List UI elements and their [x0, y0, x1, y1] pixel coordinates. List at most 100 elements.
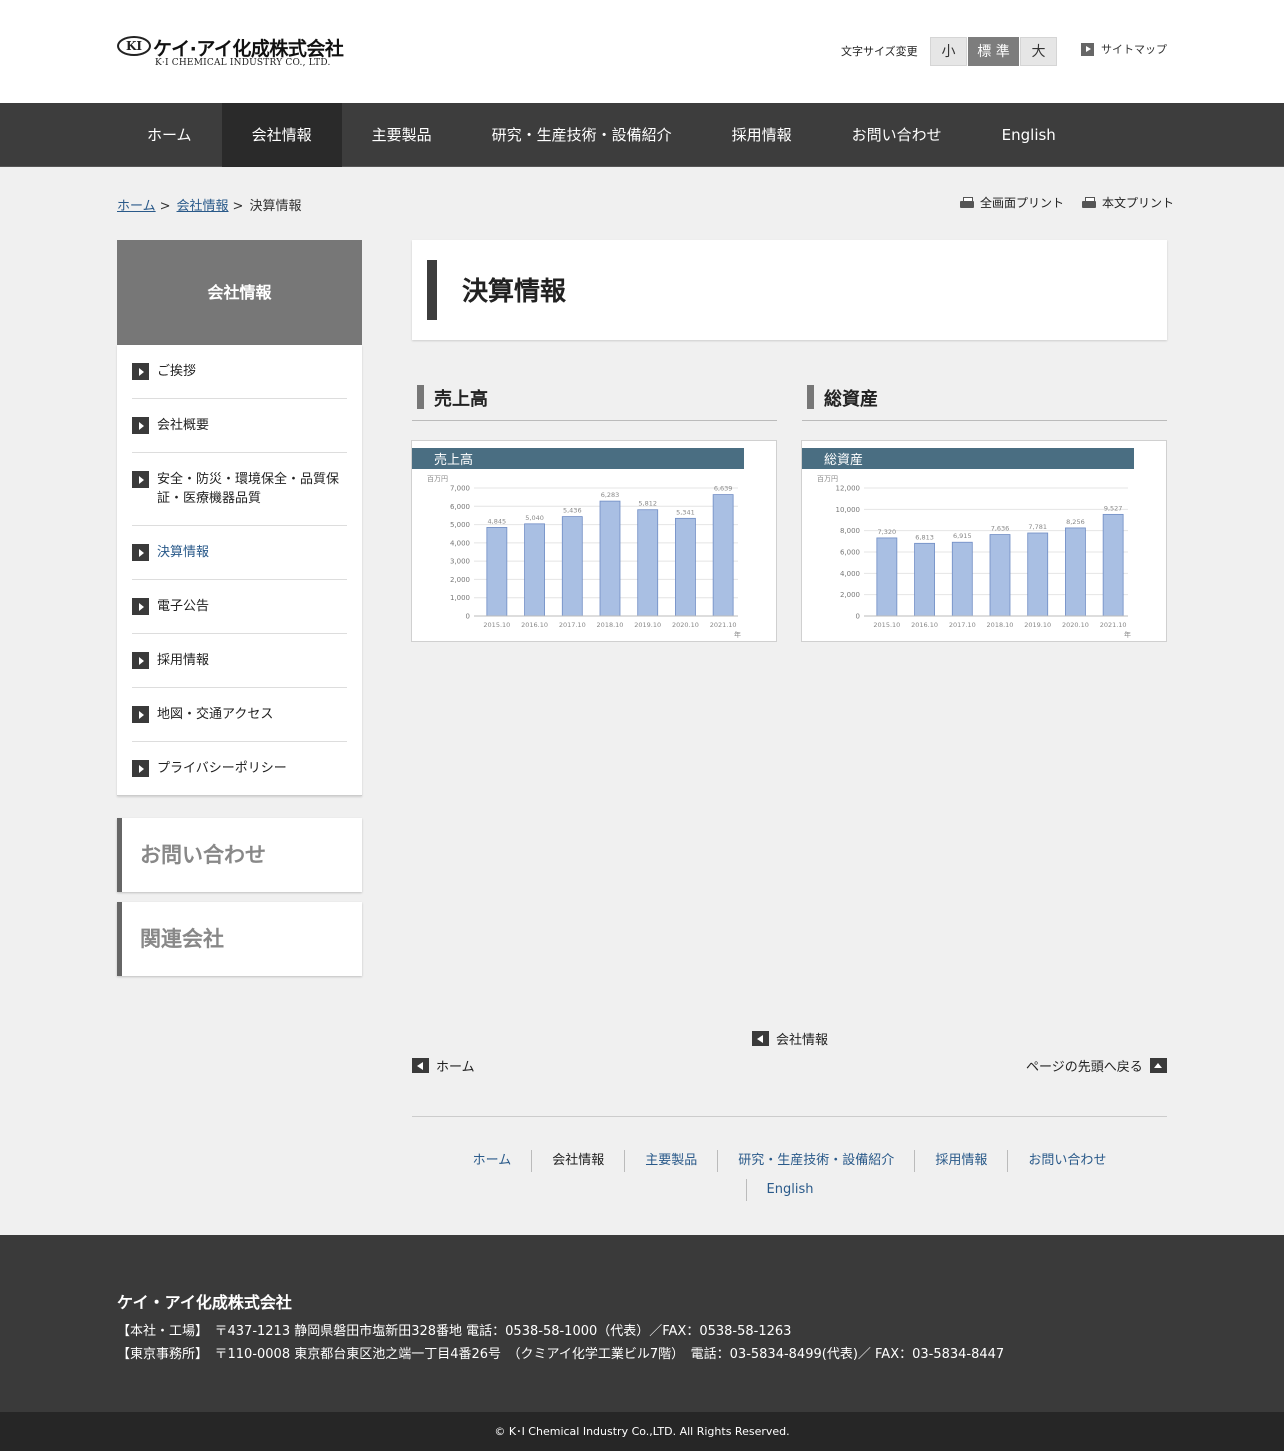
logo-mark: KI [117, 36, 151, 56]
breadcrumb-company[interactable]: 会社情報 [177, 199, 229, 214]
chart-bar [524, 523, 545, 617]
footer-nav-english[interactable]: English [745, 1179, 834, 1201]
chart-y-tick-label: 2,000 [840, 591, 860, 599]
sidebar-item-label: 安全・防災・環境保全・品質保証・医療機器品質 [157, 472, 340, 506]
chart-bar [914, 542, 935, 617]
chart-y-tick-label: 0 [856, 613, 860, 621]
footer-address-hq: 【本社・工場】 〒437-1213 静岡県磐田市塩新田328番地 電話：0538… [117, 1324, 792, 1339]
sidebar-item-greeting[interactable]: ご挨拶 [132, 345, 347, 399]
site-logo[interactable]: KI ケイ·アイ化成株式会社 K·I CHEMICAL INDUSTRY CO.… [117, 34, 347, 74]
sidebar-item-access[interactable]: 地図・交通アクセス [132, 688, 347, 742]
chart-y-tick-label: 12,000 [836, 485, 861, 493]
sitemap-label: サイトマップ [1101, 43, 1167, 56]
footer-nav-home[interactable]: ホーム [453, 1150, 532, 1172]
gnav-contact[interactable]: お問い合わせ [822, 103, 972, 167]
chart-y-tick-label: 7,000 [450, 485, 470, 493]
sidebar-item-label: プライバシーポリシー [157, 761, 287, 776]
chart-data-label: 5,812 [638, 500, 657, 508]
arrow-left-icon [412, 1058, 429, 1073]
title-accent-bar [427, 260, 437, 320]
back-to-company-label: 会社情報 [776, 1033, 829, 1048]
font-size-small-button[interactable]: 小 [930, 37, 967, 66]
site-footer: ケイ・アイ化成株式会社 【本社・工場】 〒437-1213 静岡県磐田市塩新田3… [0, 1235, 1284, 1412]
footer-nav-research[interactable]: 研究・生産技術・設備紹介 [717, 1150, 914, 1172]
footer-nav-recruit[interactable]: 採用情報 [914, 1150, 1007, 1172]
site-header: KI ケイ·アイ化成株式会社 K·I CHEMICAL INDUSTRY CO.… [0, 0, 1284, 103]
chart-x-tick-label: 2018.10 [987, 621, 1014, 629]
footer-address-tokyo: 【東京事務所】 〒110-0008 東京都台東区池之端一丁目4番26号 （クミア… [117, 1347, 1005, 1362]
footer-company-name: ケイ・アイ化成株式会社 [117, 1293, 292, 1312]
gnav-products[interactable]: 主要製品 [342, 103, 462, 167]
page-top-link[interactable]: ページの先頭へ戻る [1026, 1056, 1167, 1075]
chart-data-label: 8,256 [1066, 518, 1085, 526]
chart-x-tick-label: 2017.10 [559, 621, 586, 629]
gnav-recruit[interactable]: 採用情報 [702, 103, 822, 167]
back-to-company-link[interactable]: 会社情報 [752, 1029, 828, 1048]
sidebar-item-financial[interactable]: 決算情報 [132, 526, 347, 580]
chart-data-label: 7,636 [991, 525, 1010, 533]
chart-bar [989, 534, 1011, 617]
gnav-company[interactable]: 会社情報 [221, 103, 342, 167]
font-size-label: 文字サイズ変更 [841, 45, 918, 58]
heading-accent-bar [417, 385, 424, 409]
gnav-home[interactable]: ホーム [117, 103, 222, 167]
sidebar-item-safety-quality[interactable]: 安全・防災・環境保全・品質保証・医療機器品質 [132, 453, 347, 526]
chart-x-tick-label: 2020.10 [1062, 621, 1089, 629]
chart-data-label: 4,845 [488, 517, 507, 525]
chart-y-tick-label: 3,000 [450, 558, 470, 566]
chart-y-axis-label: 百万円 [817, 475, 838, 483]
arrow-left-icon [752, 1031, 769, 1046]
assets-chart: 総資産百万円 0 2,000 4,000 6,000 8,000 10,000 12,000 7… [802, 448, 1134, 639]
chart-bar [675, 517, 696, 617]
sidebar-item-overview[interactable]: 会社概要 [132, 399, 347, 453]
chart-x-tick-label: 2021.10 [710, 621, 737, 629]
arrow-right-icon [132, 544, 149, 561]
chart-y-tick-label: 0 [466, 613, 470, 621]
chart-data-label: 5,341 [676, 508, 695, 516]
chart-y-tick-label: 4,000 [840, 570, 860, 578]
contact-banner[interactable]: お問い合わせ [117, 818, 362, 892]
footer-nav-products[interactable]: 主要製品 [624, 1150, 717, 1172]
global-nav: ホーム 会社情報 主要製品 研究・生産技術・設備紹介 採用情報 お問い合わせ E… [0, 103, 1284, 167]
chart-bar [712, 494, 734, 617]
page-title-box: 決算情報 [412, 240, 1167, 340]
sidebar-item-label: 地図・交通アクセス [157, 707, 274, 722]
chart-x-tick-label: 2019.10 [634, 621, 661, 629]
assets-chart-card[interactable]: 総資産 百万円 0 2,000 4,000 6,000 8,000 10,000 12,000 7… [801, 440, 1167, 642]
sales-chart-card[interactable]: 売上高 百万円 0 1,000 2,000 3,000 4,000 5,000 6,000 7,0… [411, 440, 777, 642]
print-full-button[interactable]: 全画面プリント [960, 194, 1064, 211]
sidebar-item-label: 採用情報 [157, 653, 210, 668]
chart-y-tick-label: 5,000 [450, 521, 470, 529]
print-body-label: 本文プリント [1102, 196, 1175, 210]
sitemap-link[interactable]: サイトマップ [1081, 41, 1167, 57]
footer-nav-contact[interactable]: お問い合わせ [1007, 1150, 1126, 1172]
chart-bar [599, 500, 621, 617]
sidebar-item-recruit[interactable]: 採用情報 [132, 634, 347, 688]
font-size-standard-button[interactable]: 標 準 [968, 37, 1019, 66]
printer-icon [1082, 196, 1096, 209]
sidebar-item-label: 会社概要 [157, 418, 210, 433]
section-heading-assets: 総資産 [802, 383, 1167, 421]
logo-japanese: ケイ·アイ化成株式会社 [153, 38, 344, 60]
affiliates-banner[interactable]: 関連会社 [117, 902, 362, 976]
arrow-right-icon [132, 363, 149, 380]
sales-chart: 売上高百万円 0 1,000 2,000 3,000 4,000 5,000 6,000 7,0… [412, 448, 744, 639]
chart-bar [1102, 513, 1124, 617]
gnav-research[interactable]: 研究・生産技術・設備紹介 [462, 103, 702, 167]
sidebar-item-public-notice[interactable]: 電子公告 [132, 580, 347, 634]
chart-y-axis-label: 百万円 [427, 475, 448, 483]
chart-data-label: 7,320 [878, 528, 897, 536]
gnav-english[interactable]: English [972, 103, 1086, 167]
back-to-home-link[interactable]: ホーム [412, 1056, 475, 1075]
breadcrumb-home[interactable]: ホーム [117, 199, 156, 214]
chart-x-axis-label: 年 [1124, 630, 1131, 639]
chart-y-tick-label: 2,000 [450, 576, 470, 584]
font-size-large-button[interactable]: 大 [1020, 37, 1057, 66]
chart-y-tick-label: 6,000 [450, 503, 470, 511]
print-body-button[interactable]: 本文プリント [1082, 194, 1174, 211]
chart-x-tick-label: 2016.10 [521, 621, 548, 629]
back-to-home-label: ホーム [436, 1060, 475, 1075]
footer-nav-company[interactable]: 会社情報 [531, 1150, 624, 1172]
chart-bar [637, 509, 659, 617]
sidebar-item-privacy[interactable]: プライバシーポリシー [132, 742, 347, 795]
